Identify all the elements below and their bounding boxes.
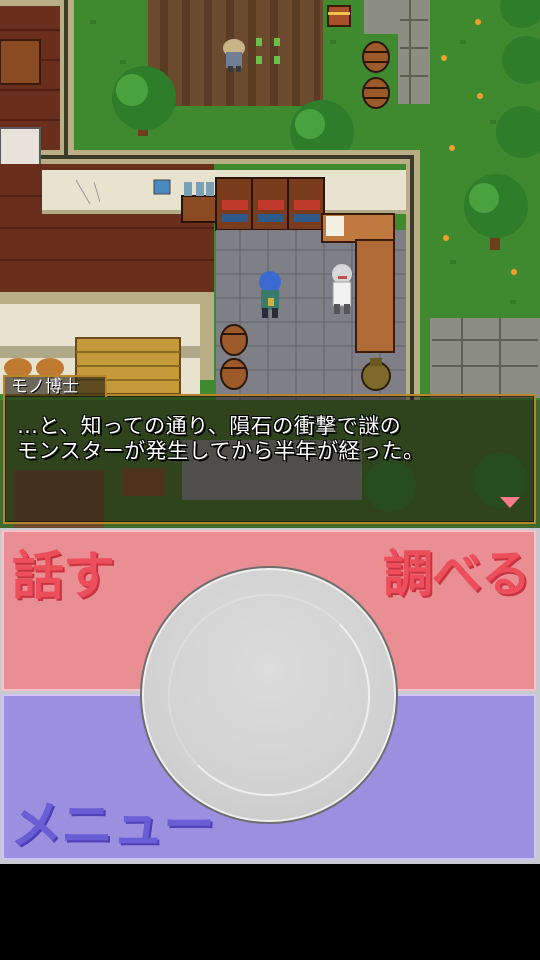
dr-mono-npc-sprite[interactable] bbox=[332, 264, 352, 314]
dialog-text: …と、知っての通り、隕石の衝撃で謎の モンスターが発生してから半年が経った。 bbox=[17, 414, 522, 464]
advance-triangle-icon[interactable] bbox=[500, 497, 520, 508]
dialog-box[interactable]: …と、知っての通り、隕石の衝撃で謎の モンスターが発生してから半年が経った。 bbox=[3, 394, 536, 524]
dpad-circle-icon[interactable] bbox=[140, 566, 398, 824]
farmer-npc-sprite[interactable] bbox=[223, 39, 245, 72]
treasure-chest[interactable] bbox=[327, 5, 351, 27]
speaker-name-tab: モノ博士 bbox=[3, 375, 107, 397]
menu-button[interactable]: メニュー bbox=[10, 783, 215, 858]
examine-button[interactable]: 調べる bbox=[383, 534, 531, 606]
speaker-name: モノ博士 bbox=[11, 377, 79, 397]
bookshelves[interactable] bbox=[181, 177, 325, 231]
dpad-ring bbox=[168, 594, 370, 796]
dialog-line: モンスターが発生してから半年が経った。 bbox=[17, 439, 425, 463]
letterbox-bar bbox=[0, 864, 540, 960]
dialog-line: …と、知っての通り、隕石の衝撃で謎の bbox=[17, 414, 402, 438]
talk-button[interactable]: 話す bbox=[12, 534, 115, 609]
